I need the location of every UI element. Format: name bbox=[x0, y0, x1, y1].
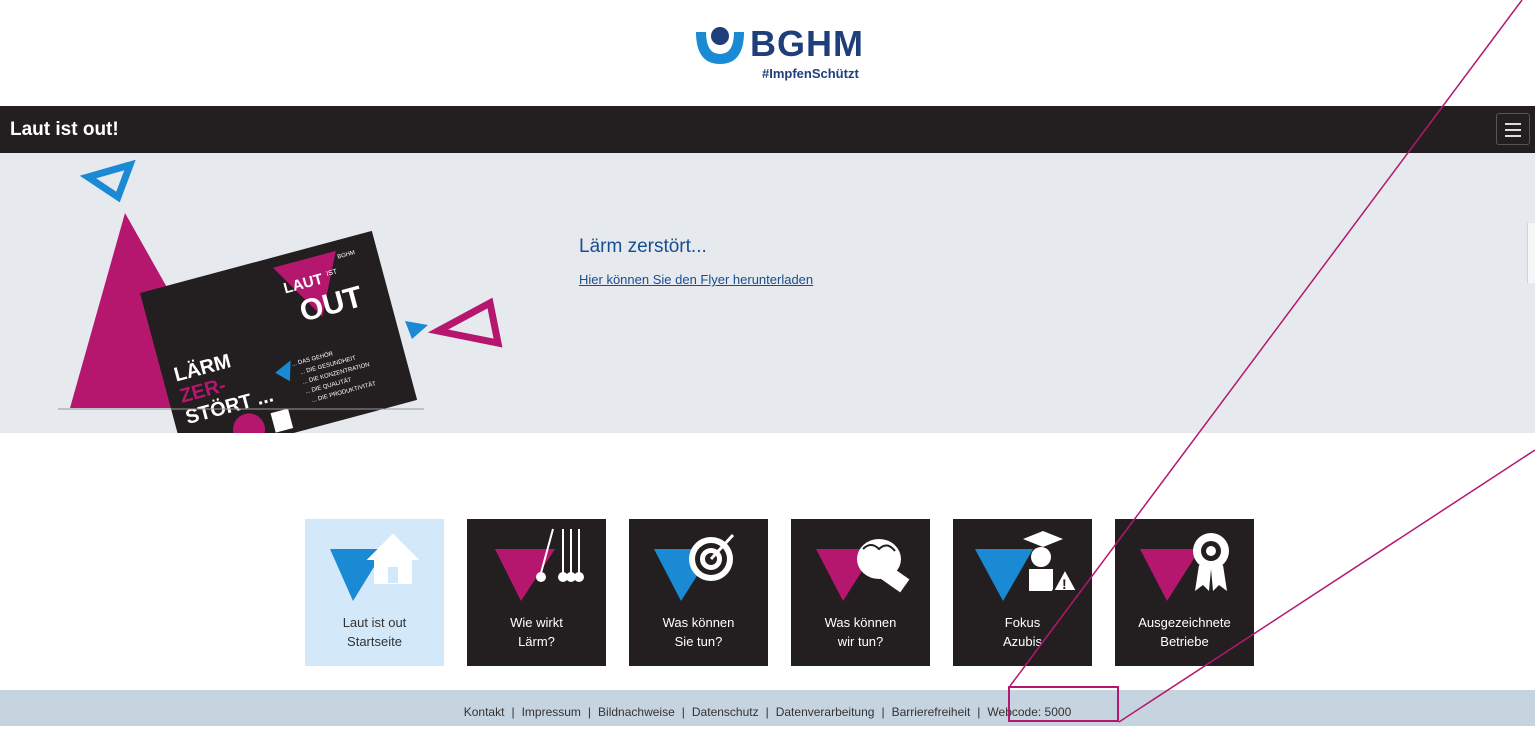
tile-label: Was können wir tun? bbox=[824, 615, 897, 649]
magenta-outline-triangle bbox=[427, 297, 503, 348]
footer-link-impressum[interactable]: Impressum bbox=[522, 705, 581, 719]
flyer-download-link[interactable]: Hier können Sie den Flyer herunterladen bbox=[579, 272, 813, 288]
tile-label: Fokus Azubis bbox=[1002, 615, 1043, 649]
bghm-logo[interactable]: BGHM #ImpfenSchützt bbox=[692, 22, 882, 92]
footer-separator: | bbox=[765, 705, 769, 719]
graduate-warning-icon: ! bbox=[975, 531, 1079, 601]
footer-link-kontakt[interactable]: Kontakt bbox=[464, 705, 505, 719]
footer-separator: | bbox=[977, 705, 981, 719]
tile-was-koennen-sie-tun[interactable]: Was können Sie tun? bbox=[629, 519, 768, 666]
svg-text:!: ! bbox=[1062, 576, 1067, 592]
tile-label: Was können Sie tun? bbox=[662, 615, 735, 649]
tile-startseite[interactable]: Laut ist out Startseite bbox=[305, 519, 444, 666]
hamburger-menu-button[interactable] bbox=[1496, 113, 1530, 145]
hero-heading: Lärm zerstört... bbox=[579, 236, 707, 257]
site-footer: Kontakt | Impressum | Bildnachweise | Datensch… bbox=[0, 690, 1535, 726]
newtons-cradle-icon bbox=[495, 528, 584, 601]
tile-label: Laut ist out Startseite bbox=[342, 615, 407, 649]
tile-label: Ausgezeichnete Betriebe bbox=[1138, 615, 1231, 649]
tile-wie-wirkt-laerm[interactable]: Wie wirkt Lärm? bbox=[467, 519, 606, 666]
logo-text: BGHM bbox=[750, 23, 864, 64]
fist-icon bbox=[816, 539, 910, 601]
tile-was-koennen-wir-tun[interactable]: Was können wir tun? bbox=[791, 519, 930, 666]
hero-section: LAUT IST OUT BGHM LÄRM ZER- STÖRT ... ..… bbox=[0, 153, 1535, 433]
logo-tagline: #ImpfenSchützt bbox=[762, 66, 859, 81]
footer-link-datenschutz[interactable]: Datenschutz bbox=[692, 705, 759, 719]
flyer-image: LAUT IST OUT BGHM LÄRM ZER- STÖRT ... ..… bbox=[139, 230, 418, 433]
house-icon bbox=[330, 533, 420, 601]
footer-separator: | bbox=[681, 705, 685, 719]
footer-separator: | bbox=[587, 705, 592, 719]
tile-ausgezeichnete-betriebe[interactable]: Ausgezeichnete Betriebe bbox=[1115, 519, 1254, 666]
site-header: BGHM #ImpfenSchützt bbox=[0, 0, 1535, 106]
footer-links: Kontakt | Impressum | Bildnachweise | Datensch… bbox=[0, 690, 1535, 726]
site-title[interactable]: Laut ist out! bbox=[10, 119, 119, 141]
footer-link-barrierefreiheit[interactable]: Barrierefreiheit bbox=[892, 705, 971, 719]
webcode-highlight-box bbox=[1008, 686, 1119, 722]
hamburger-line bbox=[1505, 135, 1521, 137]
hero-illustration: LAUT IST OUT BGHM LÄRM ZER- STÖRT ... ..… bbox=[58, 159, 503, 433]
target-icon bbox=[654, 533, 735, 601]
footer-separator: | bbox=[511, 705, 515, 719]
tile-fokus-azubis[interactable]: ! Fokus Azubis bbox=[953, 519, 1092, 666]
hamburger-menu-icon bbox=[1505, 123, 1521, 125]
top-navigation-bar: Laut ist out! bbox=[0, 106, 1535, 153]
hamburger-line bbox=[1505, 129, 1521, 131]
bghm-logo-icon bbox=[696, 27, 744, 64]
award-badge-icon bbox=[1140, 533, 1229, 601]
footer-separator: | bbox=[881, 705, 885, 719]
footer-link-bildnachweise[interactable]: Bildnachweise bbox=[598, 705, 675, 719]
carousel-next-control[interactable] bbox=[1527, 223, 1535, 283]
blue-triangle-decoration bbox=[79, 159, 136, 203]
tile-label: Wie wirkt Lärm? bbox=[510, 615, 563, 649]
footer-link-datenverarbeitung[interactable]: Datenverarbeitung bbox=[776, 705, 875, 719]
small-blue-triangle bbox=[405, 321, 428, 339]
